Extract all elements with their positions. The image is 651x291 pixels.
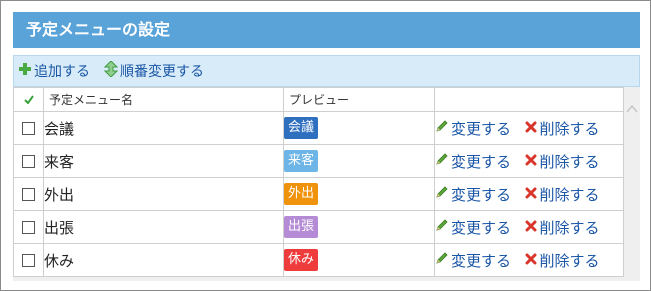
actions-cell: 変更する 削除する <box>434 243 624 277</box>
delete-x-icon <box>525 152 537 170</box>
table-row: 出張 出張 変更する 削除する <box>13 210 624 244</box>
row-checkbox[interactable] <box>22 121 35 135</box>
preview-badge: 会議 <box>284 117 319 139</box>
menu-name: 来客 <box>43 144 284 178</box>
pencil-icon <box>435 218 449 236</box>
table-row: 会議 会議 変更する 削除する <box>13 111 624 145</box>
up-down-arrows-icon <box>103 60 119 81</box>
delete-button-label: 削除する <box>539 218 600 237</box>
plus-icon <box>18 62 32 80</box>
column-header-actions <box>434 87 624 112</box>
row-checkbox-cell <box>13 177 44 211</box>
delete-button-label: 削除する <box>539 251 600 270</box>
delete-button[interactable]: 削除する <box>525 217 599 238</box>
row-checkbox[interactable] <box>22 187 35 201</box>
preview-cell: 来客 <box>283 144 435 178</box>
delete-button-label: 削除する <box>539 185 600 204</box>
select-all-check-icon[interactable] <box>13 87 44 112</box>
pencil-icon <box>435 251 449 269</box>
edit-button-label: 変更する <box>451 251 512 270</box>
preview-badge: 外出 <box>284 183 319 205</box>
edit-button-label: 変更する <box>451 218 512 237</box>
edit-button[interactable]: 変更する <box>435 184 511 205</box>
delete-button[interactable]: 削除する <box>525 250 599 271</box>
page-title: 予定メニューの設定 <box>13 12 640 48</box>
edit-button[interactable]: 変更する <box>435 250 511 271</box>
scrollbar[interactable] <box>624 95 640 281</box>
toolbar: 追加する 順番変更する <box>13 55 640 87</box>
preview-badge: 来客 <box>284 150 319 172</box>
preview-badge: 休み <box>284 249 319 271</box>
menu-name: 休み <box>43 243 284 277</box>
reorder-button-label: 順番変更する <box>120 64 204 80</box>
pencil-icon <box>435 152 449 170</box>
table-row: 外出 外出 変更する 削除する <box>13 177 624 211</box>
delete-x-icon <box>525 119 537 137</box>
preview-cell: 外出 <box>283 177 435 211</box>
schedule-menu-table: 予定メニュー名 プレビュー 会議 会議 変更する 削除する 来客 来客 変更する… <box>13 87 624 277</box>
menu-name: 外出 <box>43 177 284 211</box>
edit-button[interactable]: 変更する <box>435 151 511 172</box>
delete-button[interactable]: 削除する <box>525 184 599 205</box>
edit-button-label: 変更する <box>451 185 512 204</box>
edit-button[interactable]: 変更する <box>435 118 511 139</box>
row-checkbox-cell <box>13 210 44 244</box>
delete-button[interactable]: 削除する <box>525 118 599 139</box>
row-checkbox-cell <box>13 111 44 145</box>
menu-name: 出張 <box>43 210 284 244</box>
add-button-label: 追加する <box>34 64 90 80</box>
chevron-up-icon[interactable] <box>626 99 638 113</box>
actions-cell: 変更する 削除する <box>434 177 624 211</box>
preview-cell: 休み <box>283 243 435 277</box>
actions-cell: 変更する 削除する <box>434 111 624 145</box>
row-checkbox-cell <box>13 144 44 178</box>
add-button[interactable]: 追加する <box>18 61 90 81</box>
column-header-name: 予定メニュー名 <box>43 87 284 112</box>
preview-cell: 出張 <box>283 210 435 244</box>
edit-button-label: 変更する <box>451 152 512 171</box>
delete-button-label: 削除する <box>539 152 600 171</box>
row-checkbox[interactable] <box>22 220 35 234</box>
delete-x-icon <box>525 218 537 236</box>
menu-name: 会議 <box>43 111 284 145</box>
pencil-icon <box>435 185 449 203</box>
table-header-row: 予定メニュー名 プレビュー <box>13 87 624 112</box>
table-row: 休み 休み 変更する 削除する <box>13 243 624 277</box>
edit-button-label: 変更する <box>451 119 512 138</box>
delete-button[interactable]: 削除する <box>525 151 599 172</box>
table-row: 来客 来客 変更する 削除する <box>13 144 624 178</box>
delete-x-icon <box>525 251 537 269</box>
pencil-icon <box>435 119 449 137</box>
row-checkbox[interactable] <box>22 154 35 168</box>
row-checkbox-cell <box>13 243 44 277</box>
row-checkbox[interactable] <box>22 253 35 267</box>
edit-button[interactable]: 変更する <box>435 217 511 238</box>
reorder-button[interactable]: 順番変更する <box>103 60 204 81</box>
preview-badge: 出張 <box>284 216 319 238</box>
delete-button-label: 削除する <box>539 119 600 138</box>
actions-cell: 変更する 削除する <box>434 144 624 178</box>
preview-cell: 会議 <box>283 111 435 145</box>
actions-cell: 変更する 削除する <box>434 210 624 244</box>
delete-x-icon <box>525 185 537 203</box>
column-header-preview: プレビュー <box>283 87 435 112</box>
